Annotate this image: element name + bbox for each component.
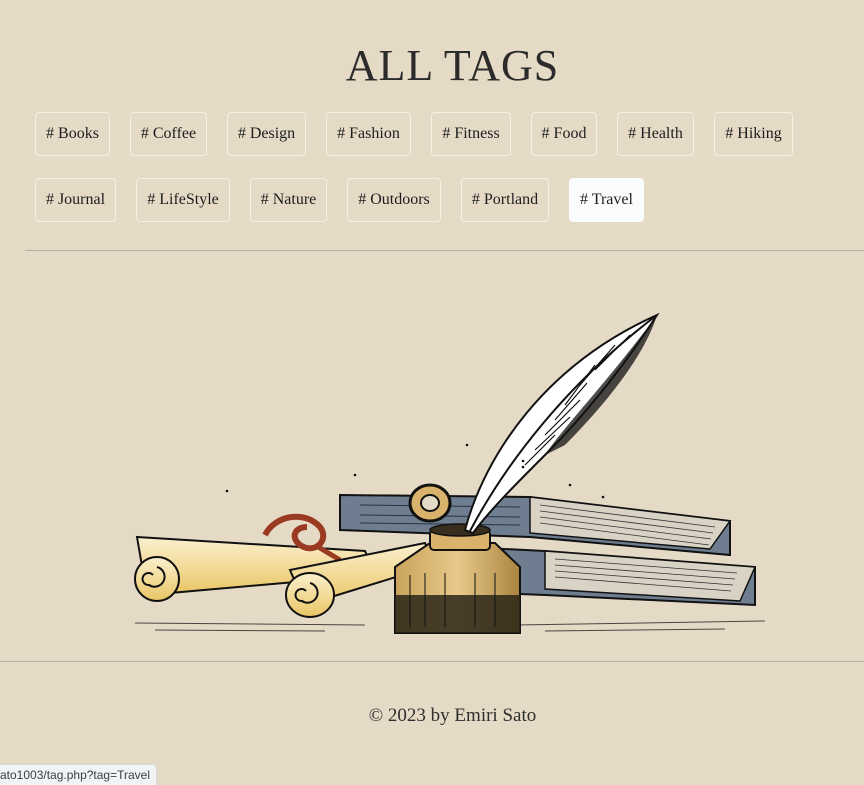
tag-travel[interactable]: # Travel — [569, 178, 644, 222]
tag-fashion[interactable]: # Fashion — [326, 112, 411, 156]
page-title: ALL TAGS — [345, 41, 560, 90]
quill-inkwell-illustration — [134, 312, 766, 634]
footer-copyright: © 2023 by Emiri Sato — [368, 705, 537, 726]
tag-lifestyle[interactable]: # LifeStyle — [136, 178, 230, 222]
tag-hiking[interactable]: # Hiking — [714, 112, 793, 156]
divider — [25, 250, 864, 251]
tag-portland[interactable]: # Portland — [461, 178, 549, 222]
tag-design[interactable]: # Design — [227, 112, 306, 156]
divider — [0, 661, 864, 662]
tag-nature[interactable]: # Nature — [250, 178, 327, 222]
tag-outdoors[interactable]: # Outdoors — [347, 178, 441, 222]
browser-status-bar: ato1003/tag.php?tag=Travel — [0, 764, 158, 785]
tag-fitness[interactable]: # Fitness — [431, 112, 511, 156]
tag-books[interactable]: # Books — [35, 112, 110, 156]
tag-journal[interactable]: # Journal — [35, 178, 116, 222]
tag-health[interactable]: # Health — [617, 112, 694, 156]
tag-food[interactable]: # Food — [531, 112, 597, 156]
tag-coffee[interactable]: # Coffee — [130, 112, 207, 156]
